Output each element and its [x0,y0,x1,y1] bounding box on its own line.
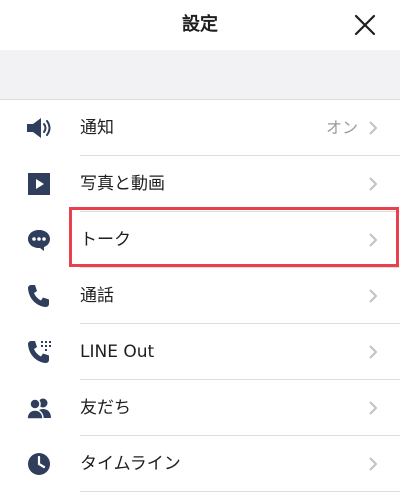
settings-item-friends[interactable]: 友だち [0,380,400,436]
close-button[interactable] [350,10,380,40]
chat-bubble-icon [28,230,50,251]
phone-icon [28,285,49,307]
header-bar: 設定 [0,0,400,50]
settings-item-line-out[interactable]: LINE Out [0,324,400,380]
settings-item-label: トーク [80,230,131,250]
settings-item-label: 通知 [80,118,114,138]
divider [80,491,400,492]
speaker-icon [27,118,51,138]
settings-item-label: LINE Out [80,342,155,362]
settings-item-calls[interactable]: 通話 [0,268,400,324]
play-video-icon [28,173,50,195]
settings-list: 通知 オン 写真と動画 トーク 通話 LINE Out 友だち タイムライン [0,100,400,492]
settings-item-label: タイムライン [80,454,181,474]
chevron-right-icon [369,345,378,359]
settings-item-label: 友だち [80,398,131,418]
chevron-right-icon [369,401,378,415]
chevron-right-icon [369,457,378,471]
settings-item-label: 通話 [80,286,114,306]
section-spacer [0,50,400,100]
settings-item-label: 写真と動画 [80,174,165,194]
clock-icon [28,453,50,475]
friends-icon [26,398,51,420]
chevron-right-icon [369,177,378,191]
settings-item-talk[interactable]: トーク [0,212,400,268]
notifications-status: オン [325,118,358,137]
settings-item-timeline[interactable]: タイムライン [0,436,400,492]
settings-item-notifications[interactable]: 通知 オン [0,100,400,156]
chevron-right-icon [369,289,378,303]
close-icon [354,14,376,36]
line-out-phone-icon [28,341,51,363]
chevron-right-icon [369,121,378,135]
settings-item-photos-videos[interactable]: 写真と動画 [0,156,400,212]
page-title: 設定 [182,14,218,35]
chevron-right-icon [369,233,378,247]
